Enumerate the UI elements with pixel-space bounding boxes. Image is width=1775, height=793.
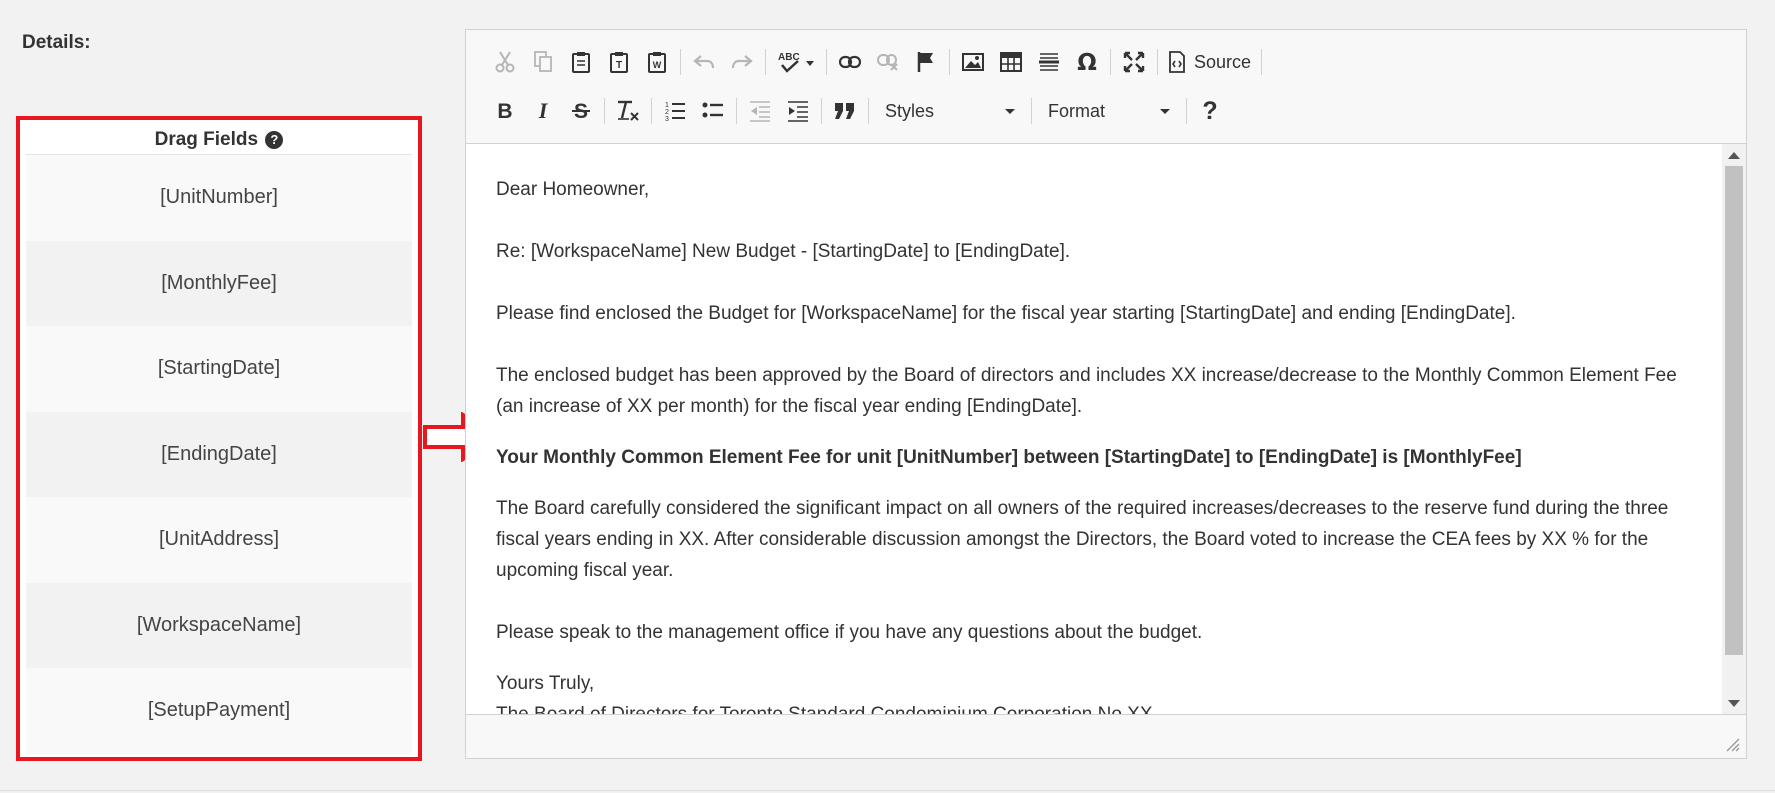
re-line: Re: [WorkspaceName] New Budget - [Starti… <box>496 241 1071 262</box>
drag-field-workspace-name[interactable]: [WorkspaceName] <box>26 582 412 668</box>
question-circle-icon[interactable]: ? <box>265 131 284 149</box>
source-label: Source <box>1194 51 1252 72</box>
toolbar-separator <box>949 49 950 75</box>
help-glyph: ? <box>1202 96 1218 125</box>
paste-from-word-icon[interactable]: W <box>638 45 676 79</box>
special-character-omega-icon[interactable]: Ω <box>1068 45 1106 79</box>
letter-body[interactable]: Dear Homeowner, Re: [WorkspaceName] New … <box>496 174 1686 715</box>
svg-text:1: 1 <box>665 102 669 109</box>
copy-icon[interactable] <box>524 45 562 79</box>
table-icon[interactable] <box>992 45 1030 79</box>
toolbar-separator <box>1186 98 1187 124</box>
cut-icon[interactable] <box>486 45 524 79</box>
spell-check-icon[interactable]: ABC <box>770 45 822 79</box>
toolbar-separator <box>1157 49 1158 75</box>
toolbar-separator <box>604 98 605 124</box>
paragraph-board: The Board carefully considered the signi… <box>496 498 1669 581</box>
help-question-icon[interactable]: ? <box>1191 94 1229 128</box>
svg-text:B: B <box>497 100 512 122</box>
toolbar-separator <box>1031 98 1032 124</box>
paragraph-contact: Please speak to the management office if… <box>496 622 1203 643</box>
source-document-icon <box>1169 51 1185 73</box>
svg-text:2: 2 <box>665 109 669 116</box>
unlink-icon[interactable] <box>869 45 907 79</box>
styles-dropdown[interactable]: Styles <box>873 94 1027 128</box>
drag-fields-list: [UnitNumber] [MonthlyFee] [StartingDate]… <box>26 155 412 754</box>
remove-format-icon[interactable] <box>609 94 647 128</box>
scroll-down-arrow-icon[interactable] <box>1728 700 1740 707</box>
scrollbar-thumb[interactable] <box>1725 166 1743 655</box>
page-bottom-divider <box>0 790 1775 791</box>
decrease-indent-icon[interactable] <box>741 94 779 128</box>
svg-text:W: W <box>653 60 662 70</box>
drag-field-ending-date[interactable]: [EndingDate] <box>26 411 412 497</box>
toolbar-separator <box>765 49 766 75</box>
paragraph-approval: The enclosed budget has been approved by… <box>496 365 1677 417</box>
styles-label: Styles <box>885 100 935 121</box>
drag-field-monthly-fee[interactable]: [MonthlyFee] <box>26 240 412 326</box>
strikethrough-icon[interactable]: S <box>562 94 600 128</box>
source-button[interactable]: Source <box>1162 45 1257 79</box>
paragraph-intro: Please find enclosed the Budget for [Wor… <box>496 303 1516 324</box>
fee-statement: Your Monthly Common Element Fee for unit… <box>496 447 1522 468</box>
svg-text:Ω: Ω <box>1077 51 1097 73</box>
details-label: Details: <box>22 32 91 53</box>
drag-fields-header: Drag Fields ? <box>26 124 412 155</box>
toolbar-separator <box>680 49 681 75</box>
blockquote-icon[interactable] <box>826 94 864 128</box>
bold-icon[interactable]: B <box>486 94 524 128</box>
svg-text:3: 3 <box>665 116 669 122</box>
closing: Yours Truly, <box>496 673 595 694</box>
toolbar-separator <box>821 98 822 124</box>
toolbar-separator <box>651 98 652 124</box>
toolbar-separator <box>1110 49 1111 75</box>
rich-text-editor: T W ABC Ω Source B I S 1 2 3 Styles Form… <box>465 29 1747 759</box>
toolbar-separator <box>868 98 869 124</box>
italic-icon[interactable]: I <box>524 94 562 128</box>
bulleted-list-icon[interactable] <box>694 94 732 128</box>
editor-content-area[interactable]: Dear Homeowner, Re: [WorkspaceName] New … <box>466 144 1746 715</box>
editor-statusbar <box>466 714 1746 758</box>
editor-scrollbar[interactable] <box>1722 144 1746 715</box>
drag-field-unit-address[interactable]: [UnitAddress] <box>26 497 412 583</box>
toolbar-separator <box>1261 49 1263 75</box>
svg-text:I: I <box>538 100 549 122</box>
drag-field-setup-payment[interactable]: [SetupPayment] <box>26 668 412 754</box>
caret-down-icon <box>1005 108 1015 114</box>
drag-fields-title: Drag Fields <box>154 129 259 150</box>
greeting: Dear Homeowner, <box>496 179 650 200</box>
redo-icon[interactable] <box>723 45 761 79</box>
drag-field-starting-date[interactable]: [StartingDate] <box>26 326 412 412</box>
scroll-up-arrow-icon[interactable] <box>1728 152 1740 159</box>
toolbar-separator <box>826 49 827 75</box>
drag-field-unit-number[interactable]: [UnitNumber] <box>26 155 412 241</box>
increase-indent-icon[interactable] <box>779 94 817 128</box>
undo-icon[interactable] <box>685 45 723 79</box>
caret-down-icon <box>1160 108 1170 114</box>
paste-icon[interactable] <box>562 45 600 79</box>
numbered-list-icon[interactable]: 123 <box>656 94 694 128</box>
svg-text:T: T <box>616 60 622 71</box>
format-label: Format <box>1048 100 1106 121</box>
editor-toolbar: T W ABC Ω Source B I S 1 2 3 Styles Form… <box>466 30 1746 144</box>
anchor-flag-icon[interactable] <box>907 45 945 79</box>
resize-grip-icon[interactable] <box>1726 738 1740 752</box>
horizontal-line-icon[interactable] <box>1030 45 1068 79</box>
signature: The Board of Directors for Toronto Stand… <box>496 704 1153 715</box>
drag-fields-panel: Drag Fields ? [UnitNumber] [MonthlyFee] … <box>16 116 422 761</box>
maximize-icon[interactable] <box>1115 45 1153 79</box>
image-icon[interactable] <box>954 45 992 79</box>
toolbar-separator <box>736 98 737 124</box>
paste-text-icon[interactable]: T <box>600 45 638 79</box>
link-icon[interactable] <box>831 45 869 79</box>
format-dropdown[interactable]: Format <box>1036 94 1182 128</box>
